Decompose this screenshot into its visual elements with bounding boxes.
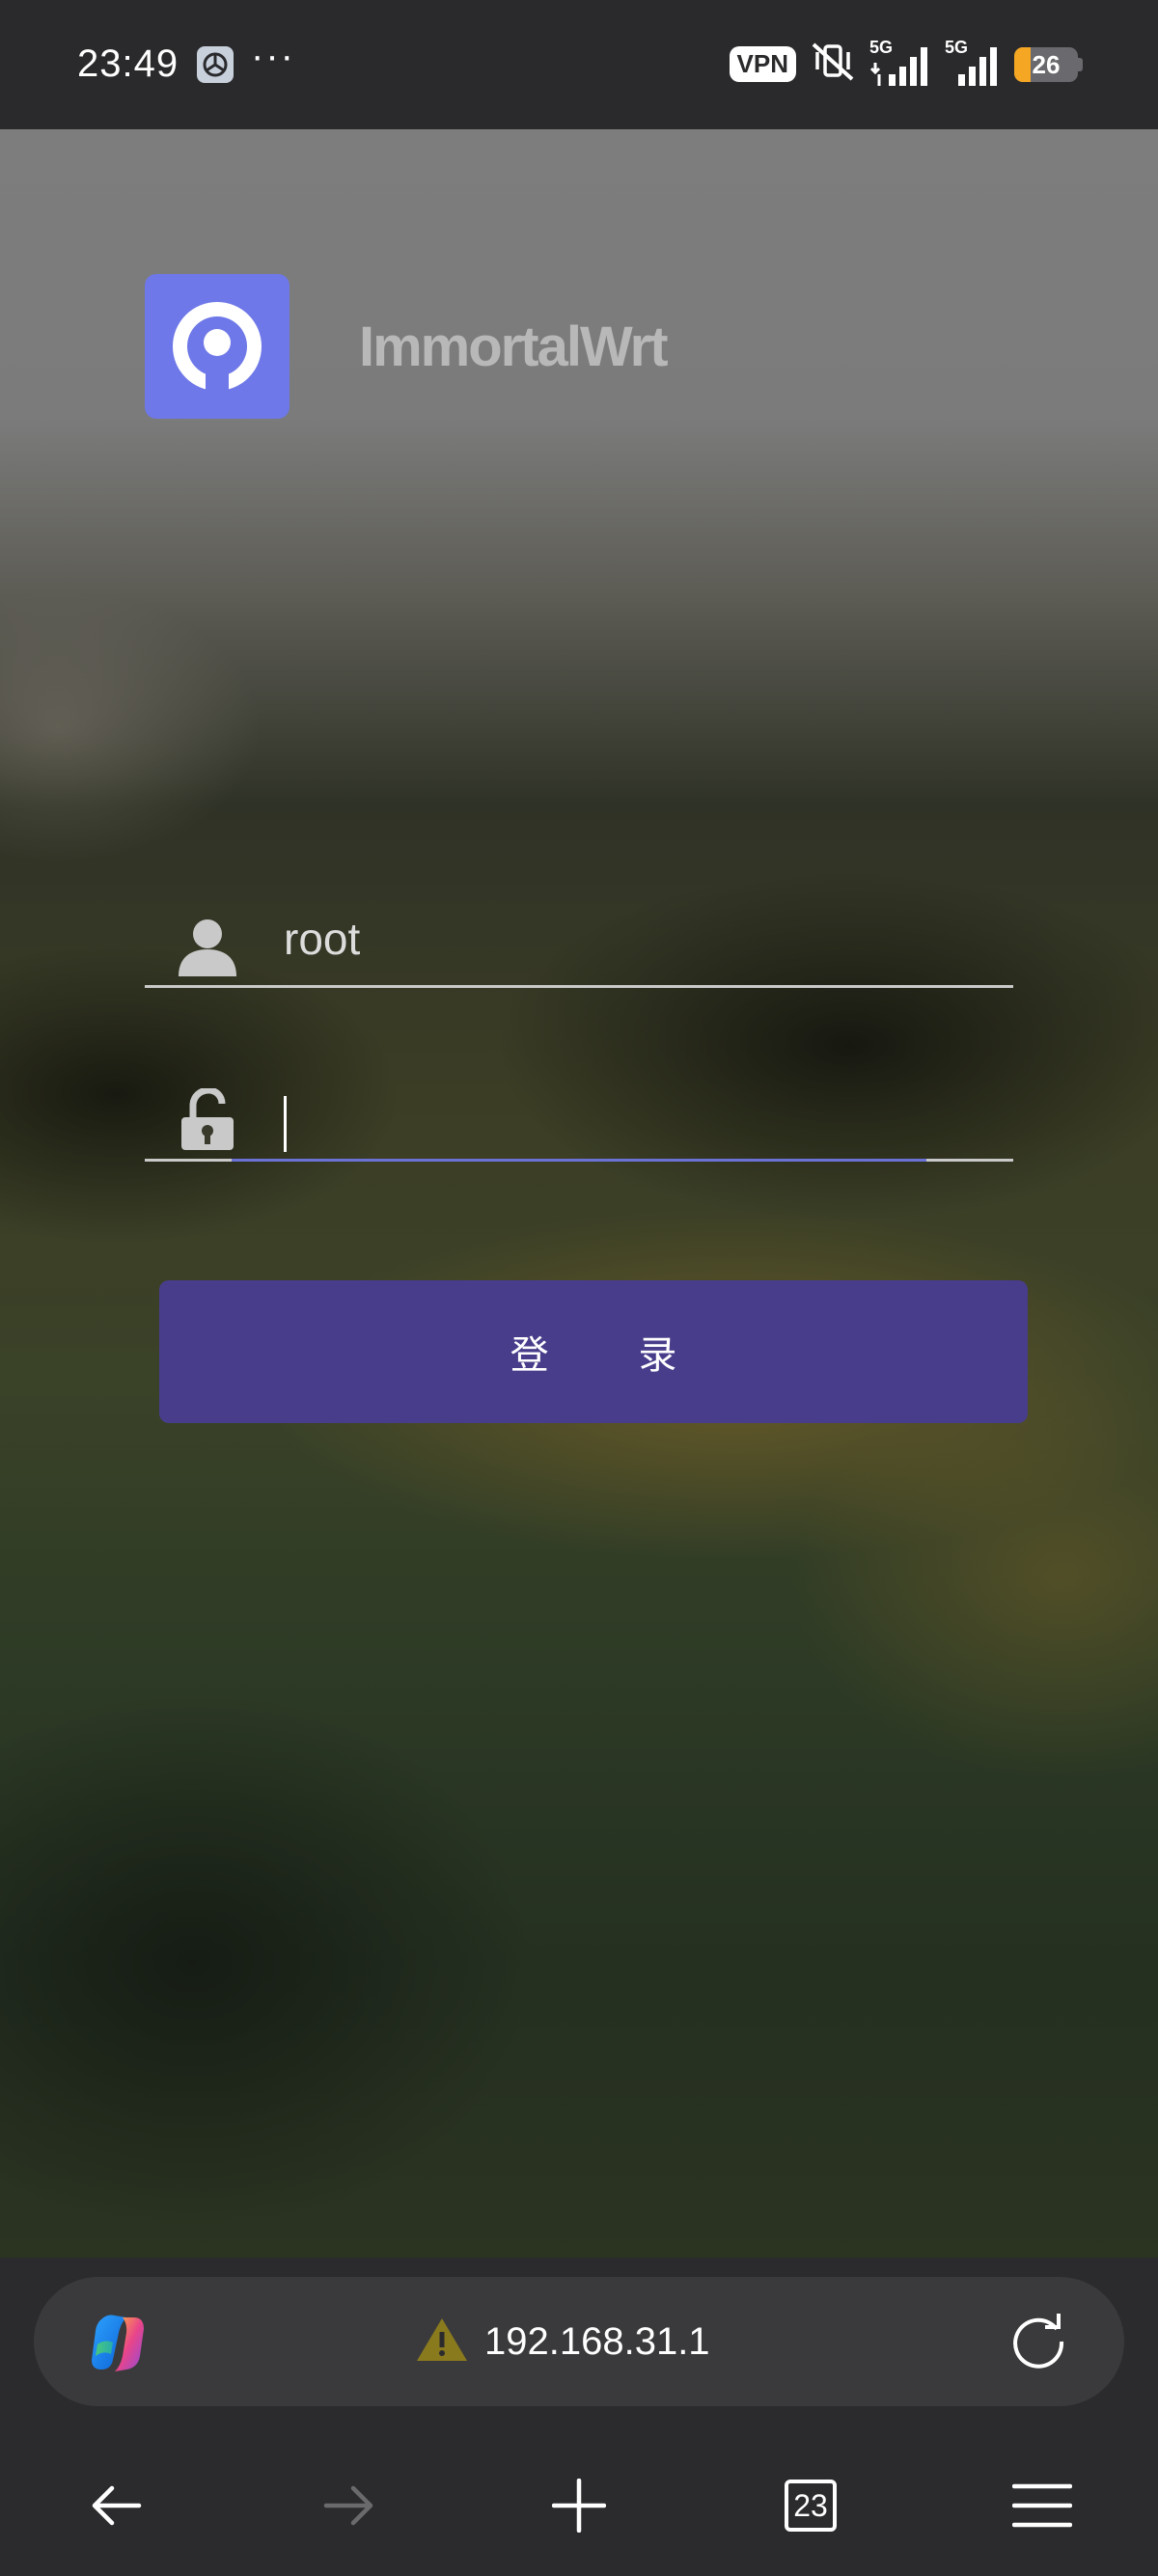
login-page: ImmortalWrt root 登 录 — [0, 129, 1158, 2258]
immortalwrt-logo-icon — [145, 274, 290, 419]
app-notification-icon — [197, 46, 234, 83]
status-icons: VPN 5G 5G 26 — [729, 38, 1083, 88]
vpn-badge: VPN — [729, 46, 796, 82]
battery-level: 26 — [1032, 49, 1061, 79]
menu-icon[interactable] — [999, 2462, 1086, 2549]
clock: 23:49 — [77, 42, 179, 85]
password-field[interactable] — [145, 1075, 1013, 1162]
new-tab-icon[interactable] — [536, 2462, 622, 2549]
status-bar: 23:49 ··· VPN 5G 5G 26 — [0, 0, 1158, 129]
unlock-icon — [176, 1086, 239, 1152]
battery-icon: 26 — [1014, 46, 1083, 82]
login-button[interactable]: 登 录 — [159, 1280, 1028, 1423]
navigation-row: 23 — [0, 2451, 1158, 2559]
signal-icon: 5G — [869, 38, 931, 86]
username-field[interactable]: root — [145, 901, 1013, 988]
focus-underline — [232, 1159, 926, 1162]
browser-bottom-bar: 192.168.31.1 23 — [0, 2258, 1158, 2576]
signal-icon: 5G — [945, 38, 1001, 86]
more-notifications-icon: ··· — [251, 35, 295, 77]
tabs-icon[interactable]: 23 — [767, 2462, 854, 2549]
username-input[interactable]: root — [284, 913, 360, 965]
text-cursor — [284, 1096, 287, 1152]
back-icon[interactable] — [73, 2462, 160, 2549]
brand-name: ImmortalWrt — [359, 315, 669, 378]
vibrate-off-icon — [810, 41, 856, 88]
user-icon — [176, 915, 239, 978]
address-container[interactable]: 192.168.31.1 — [415, 2312, 710, 2371]
tabs-count[interactable]: 23 — [785, 2480, 837, 2532]
address-bar[interactable]: 192.168.31.1 — [34, 2277, 1124, 2406]
copilot-icon[interactable] — [84, 2310, 152, 2377]
forward-icon[interactable] — [305, 2462, 392, 2549]
reload-icon[interactable] — [1008, 2312, 1068, 2371]
address-text[interactable]: 192.168.31.1 — [484, 2320, 710, 2364]
warning-icon[interactable] — [415, 2316, 469, 2368]
